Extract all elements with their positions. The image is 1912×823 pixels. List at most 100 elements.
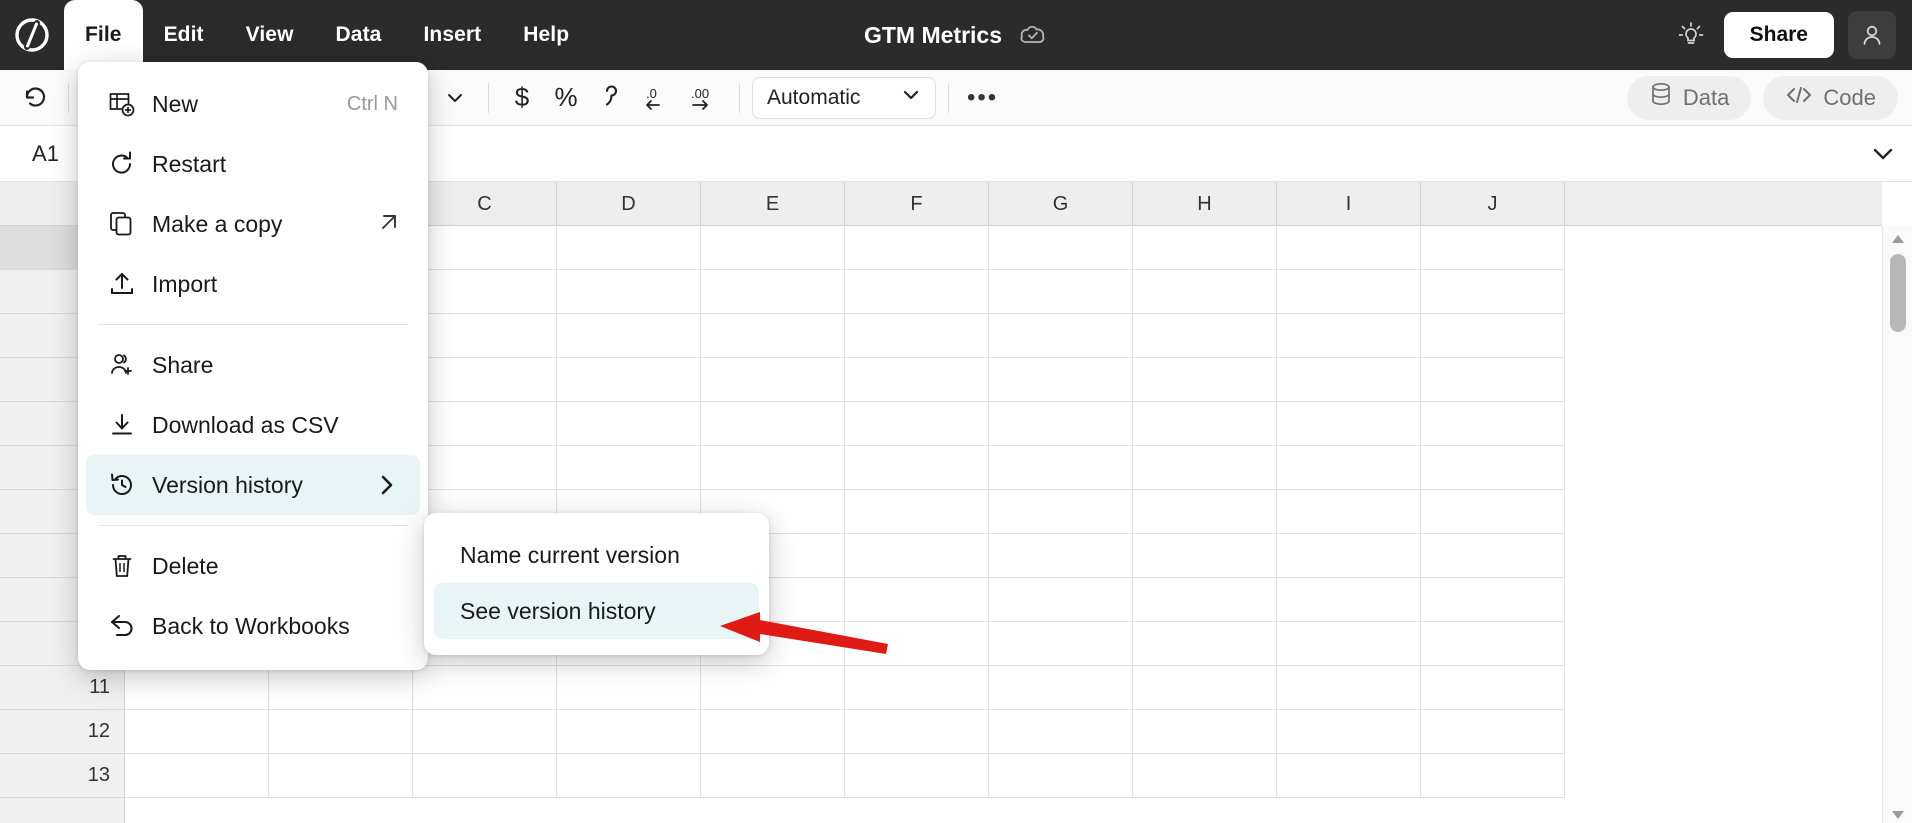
file-menu-item-download-as-csv[interactable]: Download as CSV: [86, 395, 420, 455]
cell-F3[interactable]: [845, 314, 989, 358]
cell-J5[interactable]: [1421, 402, 1565, 446]
cell-D13[interactable]: [557, 754, 701, 798]
cell-D6[interactable]: [557, 446, 701, 490]
cell-F5[interactable]: [845, 402, 989, 446]
cell-H3[interactable]: [1133, 314, 1277, 358]
cell-E3[interactable]: [701, 314, 845, 358]
cell-G3[interactable]: [989, 314, 1133, 358]
column-header-c[interactable]: C: [413, 182, 557, 226]
cell-G13[interactable]: [989, 754, 1133, 798]
code-panel-button[interactable]: Code: [1763, 76, 1898, 120]
cell-H9[interactable]: [1133, 578, 1277, 622]
menu-insert[interactable]: Insert: [402, 0, 502, 70]
cell-G1[interactable]: [989, 226, 1133, 270]
column-header-d[interactable]: D: [557, 182, 701, 226]
cell-I10[interactable]: [1277, 622, 1421, 666]
cell-F9[interactable]: [845, 578, 989, 622]
cell-C12[interactable]: [413, 710, 557, 754]
cell-C5[interactable]: [413, 402, 557, 446]
cell-I7[interactable]: [1277, 490, 1421, 534]
cell-F10[interactable]: [845, 622, 989, 666]
cell-G6[interactable]: [989, 446, 1133, 490]
menu-view[interactable]: View: [225, 0, 315, 70]
column-header-g[interactable]: G: [989, 182, 1133, 226]
cell-H8[interactable]: [1133, 534, 1277, 578]
cell-I6[interactable]: [1277, 446, 1421, 490]
formula-expand-chevron-down-icon[interactable]: [1854, 141, 1912, 167]
cell-G2[interactable]: [989, 270, 1133, 314]
cell-F13[interactable]: [845, 754, 989, 798]
cell-J7[interactable]: [1421, 490, 1565, 534]
cell-C4[interactable]: [413, 358, 557, 402]
file-menu-item-version-history[interactable]: Version history: [86, 455, 420, 515]
cell-C13[interactable]: [413, 754, 557, 798]
file-menu-item-share[interactable]: Share: [86, 335, 420, 395]
cell-H5[interactable]: [1133, 402, 1277, 446]
cell-H2[interactable]: [1133, 270, 1277, 314]
cell-H10[interactable]: [1133, 622, 1277, 666]
column-header-i[interactable]: I: [1277, 182, 1421, 226]
more-options-button[interactable]: •••: [961, 77, 1004, 119]
cell-J12[interactable]: [1421, 710, 1565, 754]
column-header-e[interactable]: E: [701, 182, 845, 226]
cell-J3[interactable]: [1421, 314, 1565, 358]
menu-help[interactable]: Help: [502, 0, 590, 70]
row-header-12[interactable]: 12: [0, 710, 124, 754]
cell-C3[interactable]: [413, 314, 557, 358]
cell-E11[interactable]: [701, 666, 845, 710]
cell-J4[interactable]: [1421, 358, 1565, 402]
cell-I12[interactable]: [1277, 710, 1421, 754]
cell-J13[interactable]: [1421, 754, 1565, 798]
cell-G10[interactable]: [989, 622, 1133, 666]
app-logo[interactable]: [0, 0, 64, 70]
cell-J8[interactable]: [1421, 534, 1565, 578]
cell-J1[interactable]: [1421, 226, 1565, 270]
file-menu-item-back-to-workbooks[interactable]: Back to Workbooks: [86, 596, 420, 656]
document-title[interactable]: GTM Metrics: [864, 22, 1002, 49]
cell-D12[interactable]: [557, 710, 701, 754]
menu-file[interactable]: File: [64, 0, 143, 70]
menu-data[interactable]: Data: [315, 0, 403, 70]
cell-B12[interactable]: [269, 710, 413, 754]
cell-H1[interactable]: [1133, 226, 1277, 270]
cell-J9[interactable]: [1421, 578, 1565, 622]
cell-F4[interactable]: [845, 358, 989, 402]
submenu-item-see-version-history[interactable]: See version history: [434, 583, 759, 639]
cell-E13[interactable]: [701, 754, 845, 798]
cell-G12[interactable]: [989, 710, 1133, 754]
cell-D11[interactable]: [557, 666, 701, 710]
row-header-11[interactable]: 11: [0, 666, 124, 710]
cell-I9[interactable]: [1277, 578, 1421, 622]
cell-C2[interactable]: [413, 270, 557, 314]
cell-G4[interactable]: [989, 358, 1133, 402]
cell-H12[interactable]: [1133, 710, 1277, 754]
cell-E1[interactable]: [701, 226, 845, 270]
cell-I3[interactable]: [1277, 314, 1421, 358]
currency-format-button[interactable]: $: [501, 77, 543, 119]
increase-decimal-button[interactable]: .00: [679, 77, 727, 119]
file-menu-item-new[interactable]: NewCtrl N: [86, 74, 420, 134]
cell-H4[interactable]: [1133, 358, 1277, 402]
column-header-f[interactable]: F: [845, 182, 989, 226]
number-format-select[interactable]: Automatic: [752, 77, 936, 119]
cell-F1[interactable]: [845, 226, 989, 270]
cell-D5[interactable]: [557, 402, 701, 446]
cell-I1[interactable]: [1277, 226, 1421, 270]
cell-J2[interactable]: [1421, 270, 1565, 314]
cell-I2[interactable]: [1277, 270, 1421, 314]
cell-A13[interactable]: [125, 754, 269, 798]
cell-A12[interactable]: [125, 710, 269, 754]
data-panel-button[interactable]: Data: [1627, 76, 1751, 120]
scroll-up-caret-up-icon[interactable]: [1883, 226, 1912, 252]
user-avatar-icon[interactable]: [1848, 11, 1896, 59]
file-menu-item-import[interactable]: Import: [86, 254, 420, 314]
cell-F7[interactable]: [845, 490, 989, 534]
cell-A11[interactable]: [125, 666, 269, 710]
cell-J11[interactable]: [1421, 666, 1565, 710]
cell-J10[interactable]: [1421, 622, 1565, 666]
row-header-13[interactable]: 13: [0, 754, 124, 798]
decrease-decimal-button[interactable]: .0: [633, 77, 677, 119]
percent-format-button[interactable]: %: [545, 77, 587, 119]
borders-chevron-down-icon[interactable]: [434, 77, 476, 119]
scroll-down-caret-down-icon[interactable]: [1883, 809, 1912, 821]
